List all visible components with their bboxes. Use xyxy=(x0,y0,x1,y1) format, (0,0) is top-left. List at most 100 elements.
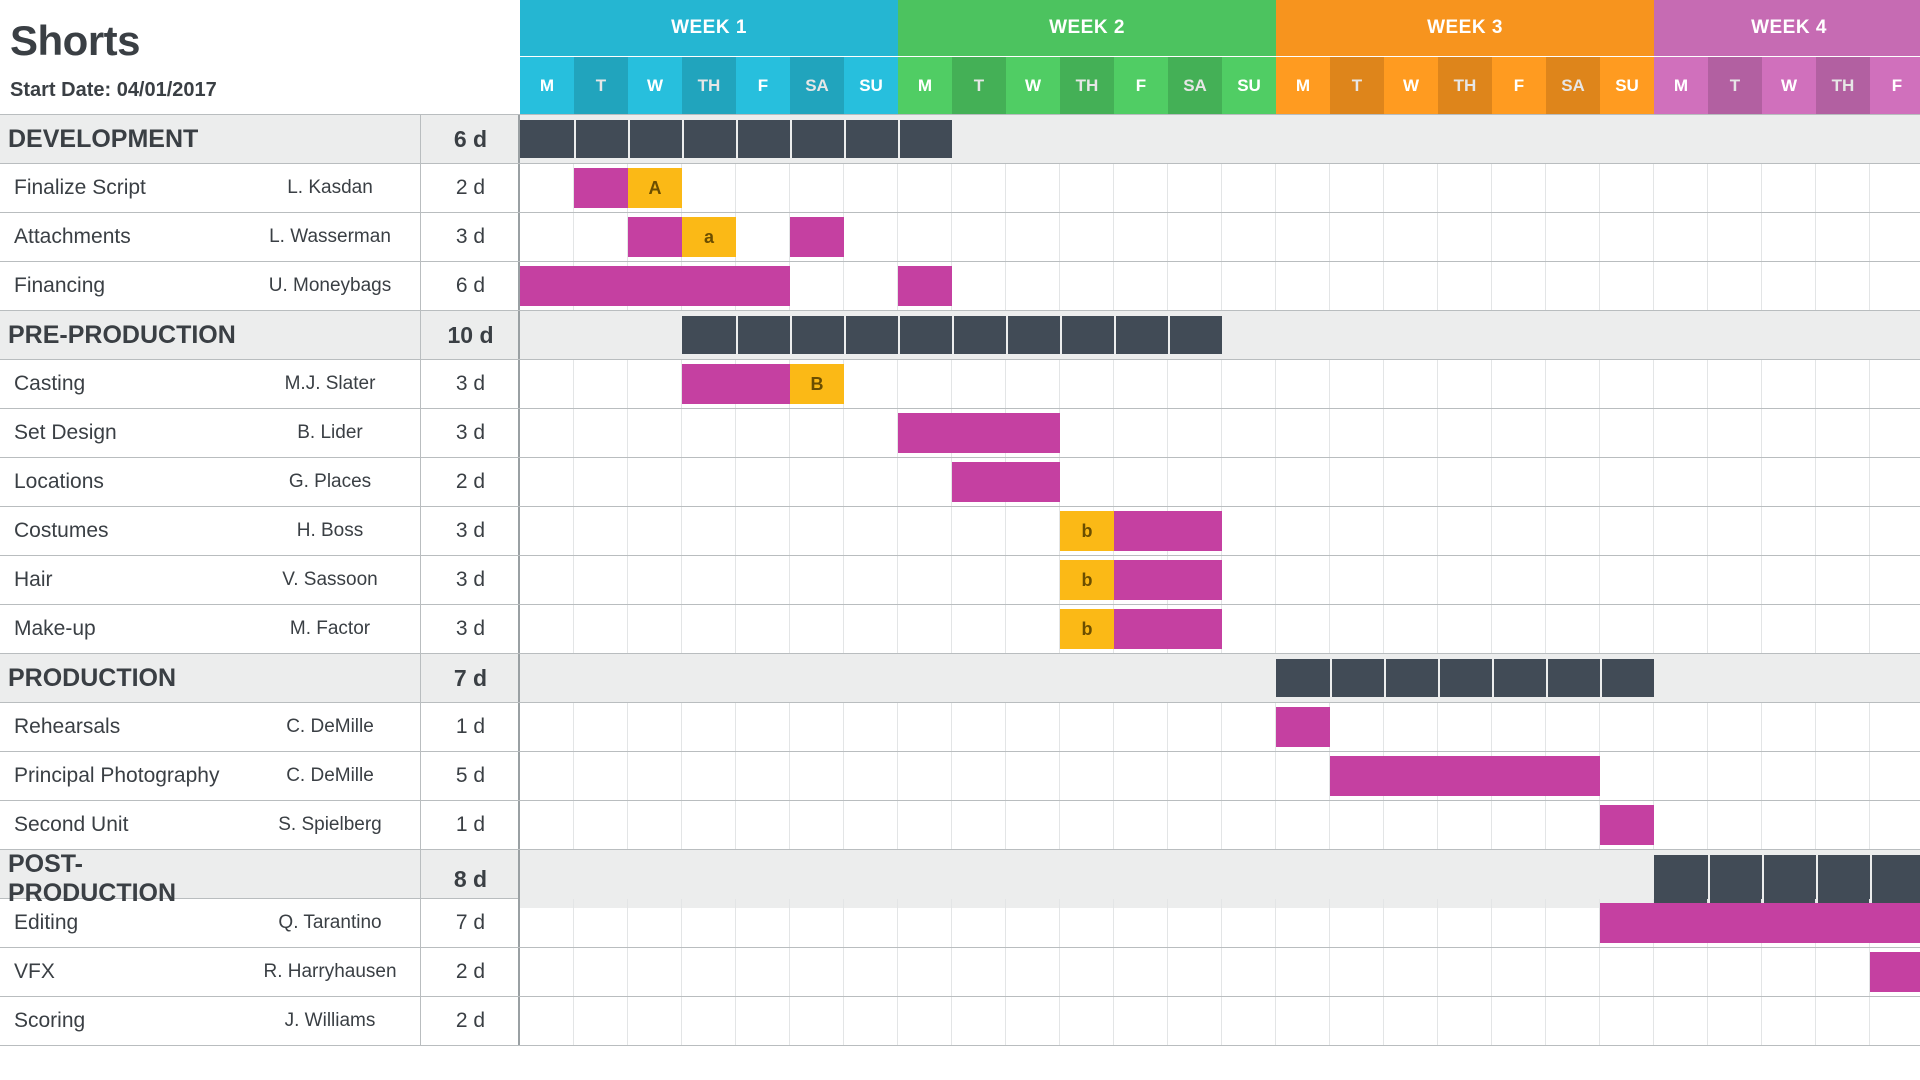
section-row: PRE-PRODUCTION10 d xyxy=(0,311,1920,360)
task-name: Finalize Script xyxy=(0,176,240,200)
day-header: M xyxy=(520,57,574,114)
task-owner: Q. Tarantino xyxy=(240,912,420,934)
task-row: Set DesignB. Lider3 d xyxy=(0,409,1920,458)
task-name: Casting xyxy=(0,372,240,396)
task-bar[interactable]: b xyxy=(1060,560,1114,600)
start-date: Start Date: 04/01/2017 xyxy=(10,79,508,102)
section-duration: 6 d xyxy=(420,115,520,163)
phase-bar[interactable] xyxy=(1276,659,1654,697)
week-bar: WEEK 1WEEK 2WEEK 3WEEK 4 xyxy=(520,0,1920,56)
day-header: W xyxy=(1006,57,1060,114)
task-duration: 2 d xyxy=(420,997,520,1045)
task-duration: 3 d xyxy=(420,605,520,653)
task-owner: C. DeMille xyxy=(240,716,420,738)
task-name: Editing xyxy=(0,911,240,935)
calendar-header: WEEK 1WEEK 2WEEK 3WEEK 4 MTWTHFSASUMTWTH… xyxy=(520,0,1920,114)
task-bar[interactable] xyxy=(1870,952,1920,992)
task-bar[interactable]: a xyxy=(682,217,736,257)
task-bar[interactable] xyxy=(1114,511,1222,551)
task-duration: 7 d xyxy=(420,899,520,947)
task-bar[interactable]: A xyxy=(628,168,682,208)
day-header: TH xyxy=(1438,57,1492,114)
task-bar[interactable] xyxy=(574,168,628,208)
task-owner: L. Wasserman xyxy=(240,226,420,248)
day-header: SU xyxy=(844,57,898,114)
task-duration: 6 d xyxy=(420,262,520,310)
week-header-4: WEEK 4 xyxy=(1654,0,1920,56)
day-header: W xyxy=(628,57,682,114)
task-name: Locations xyxy=(0,470,240,494)
section-name: DEVELOPMENT xyxy=(0,125,240,154)
gantt-body: DEVELOPMENT6 dFinalize ScriptL. Kasdan2 … xyxy=(0,115,1920,1080)
task-bar[interactable]: B xyxy=(790,364,844,404)
task-row: AttachmentsL. Wasserman3 d a xyxy=(0,213,1920,262)
task-duration: 3 d xyxy=(420,213,520,261)
task-owner: V. Sassoon xyxy=(240,569,420,591)
task-bar[interactable] xyxy=(952,462,1060,502)
task-owner: M. Factor xyxy=(240,618,420,640)
header-left: Shorts Start Date: 04/01/2017 xyxy=(0,0,520,114)
header: Shorts Start Date: 04/01/2017 WEEK 1WEEK… xyxy=(0,0,1920,115)
task-owner: L. Kasdan xyxy=(240,177,420,199)
task-name: Costumes xyxy=(0,519,240,543)
task-duration: 5 d xyxy=(420,752,520,800)
task-bar[interactable] xyxy=(682,364,790,404)
section-row: PRODUCTION7 d xyxy=(0,654,1920,703)
day-header: SA xyxy=(790,57,844,114)
task-owner: G. Places xyxy=(240,471,420,493)
section-row: POST-PRODUCTION8 d xyxy=(0,850,1920,899)
task-bar[interactable] xyxy=(898,266,952,306)
task-bar[interactable] xyxy=(1600,805,1654,845)
task-owner: U. Moneybags xyxy=(240,275,420,297)
task-name: VFX xyxy=(0,960,240,984)
task-owner: M.J. Slater xyxy=(240,373,420,395)
task-bar[interactable] xyxy=(1114,609,1222,649)
page-title: Shorts xyxy=(10,17,508,65)
task-bar[interactable] xyxy=(790,217,844,257)
task-bar[interactable]: b xyxy=(1060,609,1114,649)
task-name: Set Design xyxy=(0,421,240,445)
day-header: W xyxy=(1384,57,1438,114)
week-header-1: WEEK 1 xyxy=(520,0,898,56)
phase-bar[interactable] xyxy=(520,120,952,158)
task-bar[interactable] xyxy=(1114,560,1222,600)
task-name: Principal Photography xyxy=(0,764,240,788)
task-row: Finalize ScriptL. Kasdan2 dA xyxy=(0,164,1920,213)
task-row: Make-upM. Factor3 db xyxy=(0,605,1920,654)
task-bar[interactable] xyxy=(1276,707,1330,747)
day-header: M xyxy=(1654,57,1708,114)
task-row: EditingQ. Tarantino7 d xyxy=(0,899,1920,948)
phase-bar[interactable] xyxy=(682,316,1222,354)
task-row: Second UnitS. Spielberg1 d xyxy=(0,801,1920,850)
day-header: F xyxy=(1114,57,1168,114)
task-name: Second Unit xyxy=(0,813,240,837)
task-bar[interactable] xyxy=(1600,903,1920,943)
day-header: SU xyxy=(1222,57,1276,114)
task-name: Attachments xyxy=(0,225,240,249)
task-row: FinancingU. Moneybags6 d xyxy=(0,262,1920,311)
task-duration: 3 d xyxy=(420,556,520,604)
day-header: SA xyxy=(1168,57,1222,114)
task-owner: C. DeMille xyxy=(240,765,420,787)
task-row: Principal PhotographyC. DeMille5 d xyxy=(0,752,1920,801)
task-row: CastingM.J. Slater3 dB xyxy=(0,360,1920,409)
task-duration: 3 d xyxy=(420,507,520,555)
task-row: HairV. Sassoon3 db xyxy=(0,556,1920,605)
week-header-3: WEEK 3 xyxy=(1276,0,1654,56)
day-header: TH xyxy=(1816,57,1870,114)
section-row: DEVELOPMENT 6 d xyxy=(0,115,1920,164)
week-header-2: WEEK 2 xyxy=(898,0,1276,56)
task-bar[interactable] xyxy=(1330,756,1600,796)
task-row: CostumesH. Boss3 d b xyxy=(0,507,1920,556)
task-bar[interactable] xyxy=(520,266,790,306)
day-header: M xyxy=(1276,57,1330,114)
day-header: TH xyxy=(1060,57,1114,114)
day-header: T xyxy=(952,57,1006,114)
task-bar[interactable] xyxy=(628,217,682,257)
task-bar[interactable] xyxy=(898,413,1060,453)
phase-bar[interactable] xyxy=(1654,855,1920,903)
task-owner: H. Boss xyxy=(240,520,420,542)
task-name: Scoring xyxy=(0,1009,240,1033)
section-duration: 7 d xyxy=(420,654,520,702)
task-bar[interactable]: b xyxy=(1060,511,1114,551)
